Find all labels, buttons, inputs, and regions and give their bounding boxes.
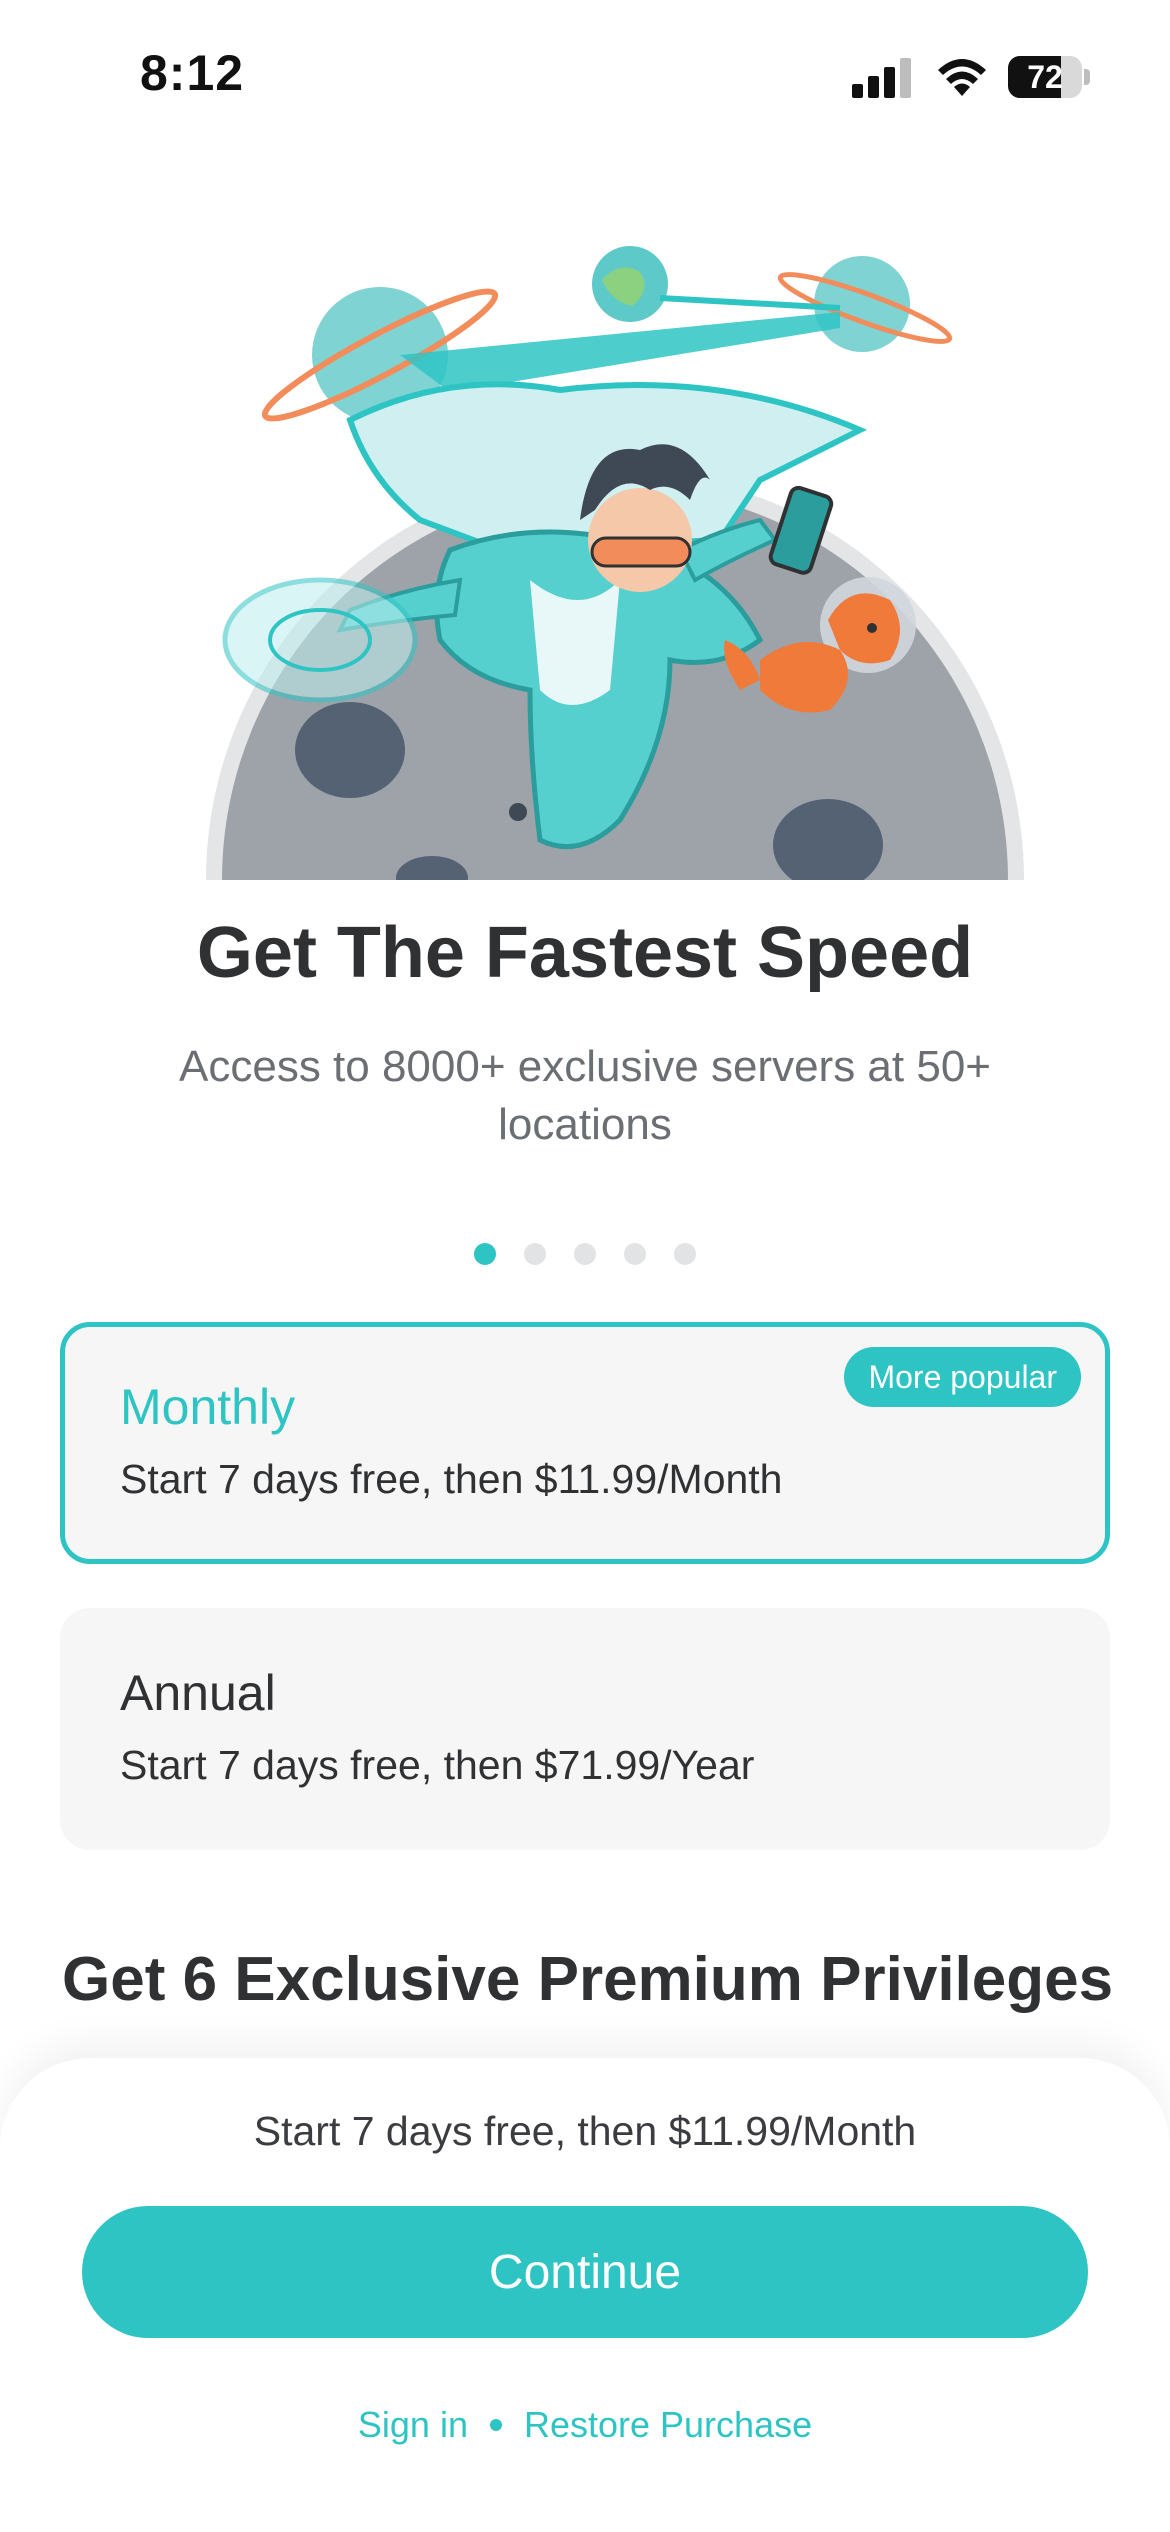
wifi-icon: [938, 59, 986, 96]
privileges-heading: Get 6 Exclusive Premium Privileges: [62, 1945, 1114, 2014]
restore-purchase-link[interactable]: Restore Purchase: [524, 2404, 812, 2446]
sign-in-link[interactable]: Sign in: [358, 2404, 468, 2446]
status-time: 8:12: [140, 45, 245, 101]
separator-dot: [489, 2419, 502, 2431]
bottom-sheet: Start 7 days free, then $11.99/Month Con…: [0, 2058, 1170, 2532]
selected-plan-price: Start 7 days free, then $11.99/Month: [253, 2108, 917, 2154]
plan-title: Monthly: [120, 1379, 296, 1435]
battery-cap: [1084, 69, 1090, 85]
footer-links: Sign in Restore Purchase: [0, 2404, 1170, 2446]
more-popular-badge: More popular: [844, 1347, 1081, 1407]
battery-indicator: 72: [1008, 56, 1090, 98]
battery-percentage: 72: [1027, 59, 1063, 95]
plan-card-monthly[interactable]: More popular Monthly Start 7 days free, …: [60, 1322, 1110, 1564]
page-dot[interactable]: [674, 1243, 696, 1265]
status-bar: 8:12 72: [0, 0, 1170, 150]
page-dot[interactable]: [474, 1243, 496, 1265]
battery-body: 72: [1008, 56, 1082, 98]
page-dot[interactable]: [624, 1243, 646, 1265]
page-indicator: [0, 1243, 1170, 1267]
plan-title: Annual: [120, 1665, 276, 1721]
cellular-signal-icon: [852, 58, 911, 98]
page-title: Get The Fastest Speed: [196, 913, 974, 993]
page-dot[interactable]: [574, 1243, 596, 1265]
page-dot[interactable]: [524, 1243, 546, 1265]
hero-illustration: [206, 246, 1024, 880]
page-subtitle: Access to 8000+ exclusive servers at 50+…: [179, 1042, 991, 1149]
plan-description: Start 7 days free, then $71.99/Year: [120, 1742, 755, 1788]
plan-description: Start 7 days free, then $11.99/Month: [120, 1456, 783, 1502]
continue-button[interactable]: Continue: [82, 2206, 1088, 2338]
plan-card-annual[interactable]: Annual Start 7 days free, then $71.99/Ye…: [60, 1608, 1110, 1850]
